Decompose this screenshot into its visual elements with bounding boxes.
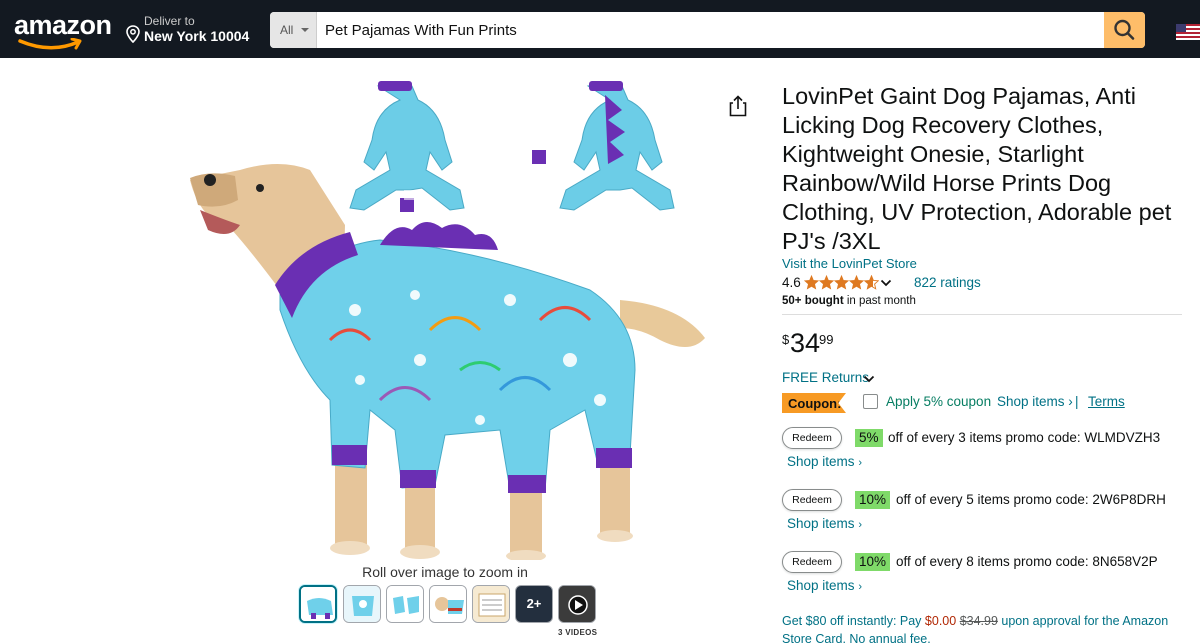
- thumbnail-3[interactable]: [386, 585, 424, 623]
- free-returns-link[interactable]: FREE Returns: [782, 370, 875, 385]
- search-icon: [1114, 19, 1135, 40]
- redeem-button[interactable]: Redeem: [782, 427, 842, 449]
- us-flag-icon[interactable]: [1176, 24, 1200, 40]
- ratings-count-link[interactable]: 822 ratings: [914, 275, 981, 290]
- promo-shop-label: Shop items: [787, 578, 855, 593]
- price-symbol: $: [782, 332, 790, 347]
- coupon-badge: Coupon:: [782, 393, 846, 413]
- apply-coupon-checkbox[interactable]: [863, 394, 878, 409]
- product-title: LovinPet Gaint Dog Pajamas, Anti Licking…: [782, 83, 1172, 254]
- location-pin-icon: [126, 25, 140, 43]
- logo-text: amazon: [14, 10, 112, 40]
- divider: [782, 314, 1182, 315]
- chevron-down-icon[interactable]: [880, 278, 892, 288]
- redeem-button[interactable]: Redeem: [782, 551, 842, 573]
- search-button[interactable]: [1104, 12, 1145, 48]
- card-offer-original-price: $34.99: [959, 614, 998, 628]
- promo-shop-items-link[interactable]: Shop items ›: [787, 578, 862, 593]
- thumbnail-5[interactable]: [472, 585, 510, 623]
- promo-percent: 10%: [855, 553, 891, 571]
- chevron-down-icon: [301, 28, 309, 32]
- amazon-logo[interactable]: amazon: [14, 10, 114, 50]
- search-input[interactable]: [317, 12, 1105, 48]
- chevron-right-icon: ›: [858, 519, 862, 531]
- card-offer-pay: $0.00: [924, 614, 957, 628]
- deliver-label: Deliver to: [144, 14, 195, 28]
- pajama-front-flat-image: [349, 81, 546, 212]
- promo-offer: Redeem 5% off of every 3 items promo cod…: [782, 427, 1192, 477]
- top-nav-bar: amazon Deliver to New York 10004 All: [0, 0, 1200, 58]
- coupon-separator: |: [1075, 394, 1079, 409]
- promo-shop-label: Shop items: [787, 454, 855, 469]
- promo-percent: 10%: [855, 491, 891, 509]
- coupon-terms-link[interactable]: Terms: [1088, 394, 1125, 409]
- promo-text: off of every 3 items promo code: WLMDVZH…: [888, 430, 1161, 445]
- search-category-dropdown[interactable]: All: [270, 12, 317, 48]
- bought-period: in past month: [846, 295, 916, 307]
- star-rating-icon[interactable]: [804, 275, 879, 291]
- thumbnail-2[interactable]: [343, 585, 381, 623]
- chevron-right-icon: ›: [858, 581, 862, 593]
- more-images-thumbnail[interactable]: 2+: [515, 585, 553, 623]
- store-link[interactable]: Visit the LovinPet Store: [782, 256, 917, 271]
- free-returns-label: FREE Returns: [782, 370, 870, 385]
- promo-text: off of every 8 items promo code: 8N658V2…: [896, 554, 1158, 569]
- promo-shop-label: Shop items: [787, 516, 855, 531]
- smile-arrow-icon: [18, 38, 82, 50]
- apply-coupon-label[interactable]: Apply 5% coupon: [886, 394, 991, 409]
- chevron-down-icon: [863, 375, 875, 383]
- coupon-row: Coupon: Apply 5% coupon Shop items › | T…: [782, 392, 1182, 414]
- promo-shop-items-link[interactable]: Shop items ›: [787, 454, 862, 469]
- promo-percent: 5%: [855, 429, 883, 447]
- store-card-offer[interactable]: Get $80 off instantly: Pay $0.00 $34.99 …: [782, 612, 1182, 644]
- zoom-hint: Roll over image to zoom in: [362, 564, 528, 580]
- play-icon: [559, 586, 595, 622]
- bought-in-past-month: 50+ bought in past month: [782, 295, 916, 307]
- search-bar: All: [270, 12, 1145, 48]
- chevron-right-icon: ›: [858, 457, 862, 469]
- thumbnail-4[interactable]: [429, 585, 467, 623]
- coupon-shop-items-link[interactable]: Shop items ›: [997, 394, 1073, 409]
- promo-text: off of every 5 items promo code: 2W6P8DR…: [896, 492, 1166, 507]
- price-whole: 34: [790, 328, 821, 358]
- redeem-button[interactable]: Redeem: [782, 489, 842, 511]
- card-offer-prefix: Get $80 off instantly: Pay: [782, 614, 922, 628]
- promo-offer: Redeem 10% off of every 8 items promo co…: [782, 551, 1192, 601]
- rating-value: 4.6: [782, 275, 801, 290]
- product-main-image[interactable]: [180, 70, 710, 560]
- search-category-label: All: [280, 23, 294, 37]
- price-fraction: 99: [819, 332, 834, 347]
- dog-model-image: [190, 164, 705, 560]
- videos-label: 3 VIDEOS: [558, 628, 598, 637]
- pajama-back-flat-image: [559, 81, 675, 211]
- promo-offer: Redeem 10% off of every 5 items promo co…: [782, 489, 1192, 539]
- thumbnail-1[interactable]: [299, 585, 337, 623]
- bought-count: 50+ bought: [782, 295, 844, 307]
- video-thumbnail[interactable]: [558, 585, 596, 623]
- deliver-location: New York 10004: [144, 28, 250, 44]
- promo-shop-items-link[interactable]: Shop items ›: [787, 516, 862, 531]
- share-icon[interactable]: [729, 95, 747, 117]
